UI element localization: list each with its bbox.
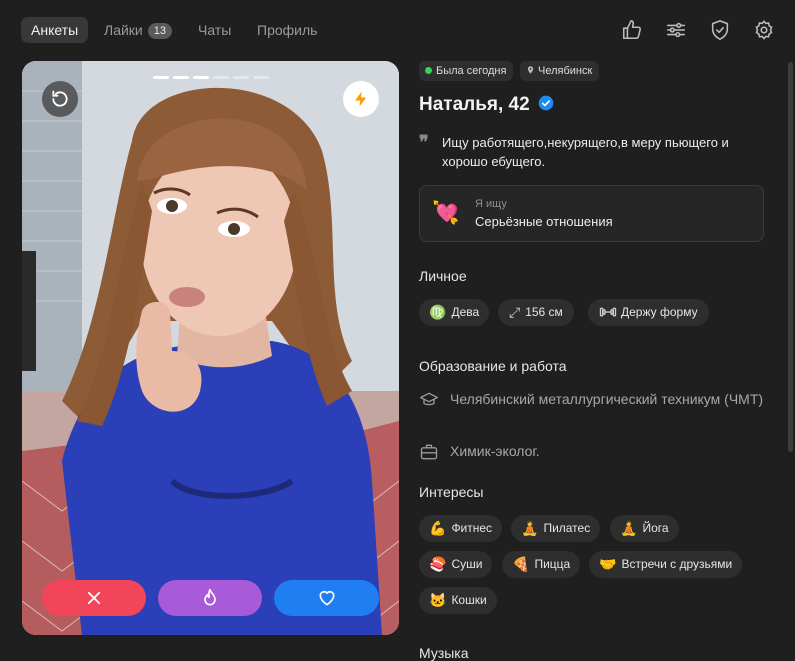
tab-likes-label: Лайки (104, 22, 143, 38)
education-section-title: Образование и работа (419, 358, 567, 374)
sliders-icon[interactable] (665, 19, 687, 41)
verified-icon (538, 95, 554, 111)
lightning-icon (355, 91, 367, 107)
personal-section-title: Личное (419, 268, 467, 284)
tab-profiles[interactable]: Анкеты (21, 17, 89, 43)
interest-label: Йога (642, 521, 669, 535)
photo-pager (152, 76, 269, 79)
height-chip: ⤢ 156 см (498, 299, 574, 326)
looking-for-card: 💘 Я ищу Серьёзные отношения (419, 185, 764, 242)
pager-segment (212, 76, 229, 79)
gear-icon[interactable] (753, 19, 775, 41)
interest-label: Кошки (451, 593, 487, 607)
graduation-cap-icon (419, 390, 439, 410)
job-text: Химик-эколог. (450, 443, 540, 459)
tab-profile[interactable]: Профиль (247, 17, 327, 43)
flame-icon (204, 588, 216, 606)
briefcase-icon (419, 442, 439, 462)
interest-chip: 🧘 Йога (610, 515, 679, 542)
about-text: Ищу работящего,некурящего,в меру пьющего… (442, 135, 729, 169)
interest-chip: 🧘 Пилатес (511, 515, 601, 542)
heart-arrow-icon: 💘 (432, 200, 460, 225)
interest-chip: 🍣 Суши (419, 551, 493, 578)
profile-photo-illustration (22, 61, 399, 635)
pager-segment (152, 76, 169, 79)
pager-segment (192, 76, 209, 79)
interest-label: Встречи с друзьями (621, 557, 733, 571)
shield-check-icon[interactable] (709, 19, 731, 41)
top-navigation: Анкеты Лайки 13 Чаты Профиль (0, 0, 795, 60)
sushi-icon: 🍣 (429, 556, 447, 573)
yoga-icon: 🧘 (620, 520, 638, 537)
pager-segment (252, 76, 269, 79)
resize-icon: ⤢ (509, 304, 521, 321)
close-icon (87, 591, 101, 605)
interest-chip: 💪 Фитнес (419, 515, 503, 542)
rewind-icon (52, 90, 68, 107)
profile-photo[interactable] (22, 61, 399, 635)
quote-icon: ❞ (419, 132, 429, 152)
status-text: Была сегодня (436, 65, 507, 77)
height-label: 156 см (525, 305, 563, 319)
online-status-badge: Была сегодня (419, 61, 514, 81)
zodiac-label: Дева (451, 305, 480, 319)
looking-for-label: Я ищу (475, 198, 507, 210)
virgo-icon: ♍ (429, 304, 447, 321)
interest-chip: 🐱 Кошки (419, 587, 497, 614)
rewind-button[interactable] (42, 81, 78, 117)
heart-icon (319, 590, 334, 606)
tab-likes[interactable]: Лайки 13 (94, 17, 182, 43)
dumbbell-icon (599, 307, 617, 317)
like-button[interactable] (274, 580, 379, 616)
superlike-button[interactable] (158, 580, 262, 616)
interest-chip: 🍕 Пицца (502, 551, 581, 578)
profile-name: Наталья, 42 (419, 94, 554, 116)
thumbs-up-icon[interactable] (621, 19, 643, 41)
city-badge: Челябинск (520, 61, 600, 81)
zodiac-chip: ♍ Дева (419, 299, 490, 326)
dislike-button[interactable] (42, 580, 146, 616)
name-age-text: Наталья, 42 (419, 94, 530, 115)
scrollbar[interactable] (788, 62, 793, 452)
interest-label: Пицца (534, 557, 571, 571)
pager-segment (172, 76, 189, 79)
interest-label: Суши (451, 557, 483, 571)
tab-chats[interactable]: Чаты (188, 17, 241, 43)
pager-segment (232, 76, 249, 79)
online-dot-icon (425, 67, 432, 74)
city-text: Челябинск (538, 65, 593, 77)
handshake-icon: 🤝 (599, 556, 617, 573)
interests-section-title: Интересы (419, 484, 484, 500)
looking-for-value: Серьёзные отношения (475, 214, 613, 229)
interest-label: Пилатес (543, 521, 591, 535)
likes-count-badge: 13 (147, 23, 172, 39)
location-pin-icon (527, 66, 534, 74)
cat-icon: 🐱 (429, 592, 447, 609)
boost-button[interactable] (343, 81, 379, 117)
pizza-icon: 🍕 (512, 556, 530, 573)
interest-label: Фитнес (451, 521, 493, 535)
interest-chip: 🤝 Встречи с друзьями (589, 551, 743, 578)
education-text: Челябинский металлургический техникум (Ч… (450, 391, 764, 407)
fitness-chip: Держу форму (588, 299, 709, 326)
muscle-icon: 💪 (429, 520, 447, 537)
pilates-icon: 🧘 (521, 520, 539, 537)
music-section-title: Музыка (419, 645, 469, 661)
fitness-label: Держу форму (621, 305, 698, 319)
